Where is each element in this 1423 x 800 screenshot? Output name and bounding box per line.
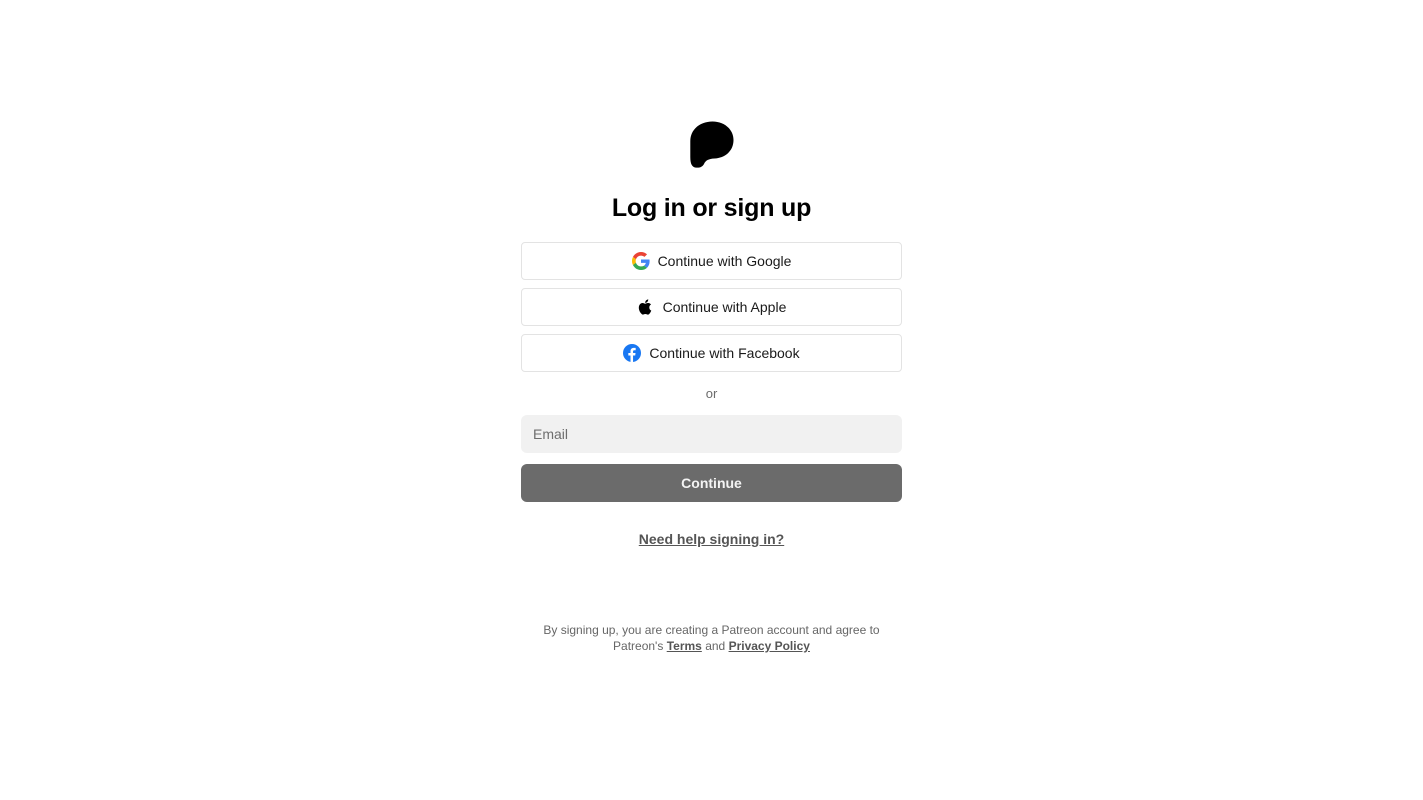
legal-conjunction: and (705, 639, 726, 653)
facebook-icon (623, 344, 642, 362)
email-input[interactable] (521, 415, 902, 453)
patreon-logo-icon (689, 121, 733, 168)
facebook-button-label: Continue with Facebook (649, 345, 800, 361)
continue-with-google-button[interactable]: Continue with Google (521, 242, 902, 280)
need-help-signing-in-link[interactable]: Need help signing in? (639, 530, 784, 548)
continue-with-facebook-button[interactable]: Continue with Facebook (521, 334, 902, 372)
apple-icon (637, 298, 655, 316)
privacy-policy-link[interactable]: Privacy Policy (729, 639, 810, 653)
google-button-label: Continue with Google (657, 253, 792, 269)
google-icon (631, 252, 650, 270)
social-login-list: Continue with Google Continue with Apple (521, 242, 902, 372)
legal-notice: By signing up, you are creating a Patreo… (521, 622, 902, 654)
apple-button-label: Continue with Apple (662, 299, 787, 315)
login-page: Log in or sign up Continue with Google C… (0, 0, 1423, 800)
or-divider: or (705, 386, 718, 401)
page-title: Log in or sign up (611, 194, 812, 222)
continue-button[interactable]: Continue (521, 464, 902, 502)
auth-panel: Log in or sign up Continue with Google C… (521, 121, 902, 548)
terms-link[interactable]: Terms (667, 639, 702, 653)
continue-with-apple-button[interactable]: Continue with Apple (521, 288, 902, 326)
